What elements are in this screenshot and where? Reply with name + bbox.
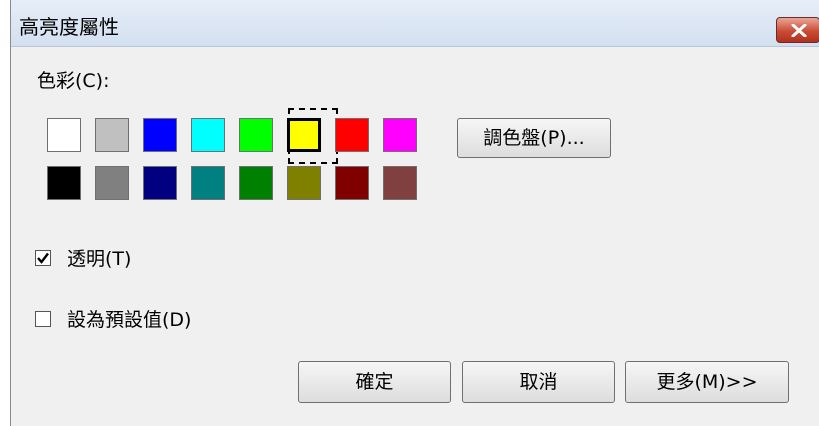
color-swatch[interactable] bbox=[191, 118, 225, 152]
color-swatch[interactable] bbox=[239, 118, 273, 152]
color-swatch[interactable] bbox=[191, 166, 225, 200]
title-bar: 高亮度屬性 bbox=[11, 0, 819, 47]
color-swatch[interactable] bbox=[239, 166, 273, 200]
ok-button[interactable]: 確定 bbox=[298, 361, 451, 403]
color-swatch[interactable] bbox=[143, 118, 177, 152]
color-label: 色彩(C): bbox=[37, 70, 110, 92]
color-swatch[interactable] bbox=[287, 166, 321, 200]
transparent-label: 透明(T) bbox=[67, 248, 132, 270]
more-button[interactable]: 更多(M)>> bbox=[625, 361, 789, 403]
close-icon bbox=[791, 24, 807, 37]
color-swatch[interactable] bbox=[95, 166, 129, 200]
color-swatch[interactable] bbox=[287, 118, 321, 152]
close-button[interactable] bbox=[776, 17, 819, 43]
transparent-checkbox[interactable] bbox=[35, 250, 51, 266]
color-swatch[interactable] bbox=[47, 118, 81, 152]
set-default-checkbox[interactable] bbox=[35, 311, 51, 327]
palette-button[interactable]: 調色盤(P)... bbox=[457, 118, 611, 158]
color-swatch[interactable] bbox=[383, 166, 417, 200]
set-default-label: 設為預設值(D) bbox=[67, 309, 192, 331]
dialog-title: 高亮度屬性 bbox=[19, 15, 119, 39]
color-swatch[interactable] bbox=[335, 118, 369, 152]
color-swatch[interactable] bbox=[335, 166, 369, 200]
cancel-button[interactable]: 取消 bbox=[462, 361, 615, 403]
highlight-properties-dialog: 高亮度屬性 色彩(C): 調色盤(P)... 透明(T) 設為預設值(D) 確定… bbox=[10, 0, 819, 426]
color-swatch[interactable] bbox=[95, 118, 129, 152]
checkmark-icon bbox=[37, 252, 49, 264]
color-swatch[interactable] bbox=[143, 166, 177, 200]
color-swatch[interactable] bbox=[383, 118, 417, 152]
color-swatch[interactable] bbox=[47, 166, 81, 200]
